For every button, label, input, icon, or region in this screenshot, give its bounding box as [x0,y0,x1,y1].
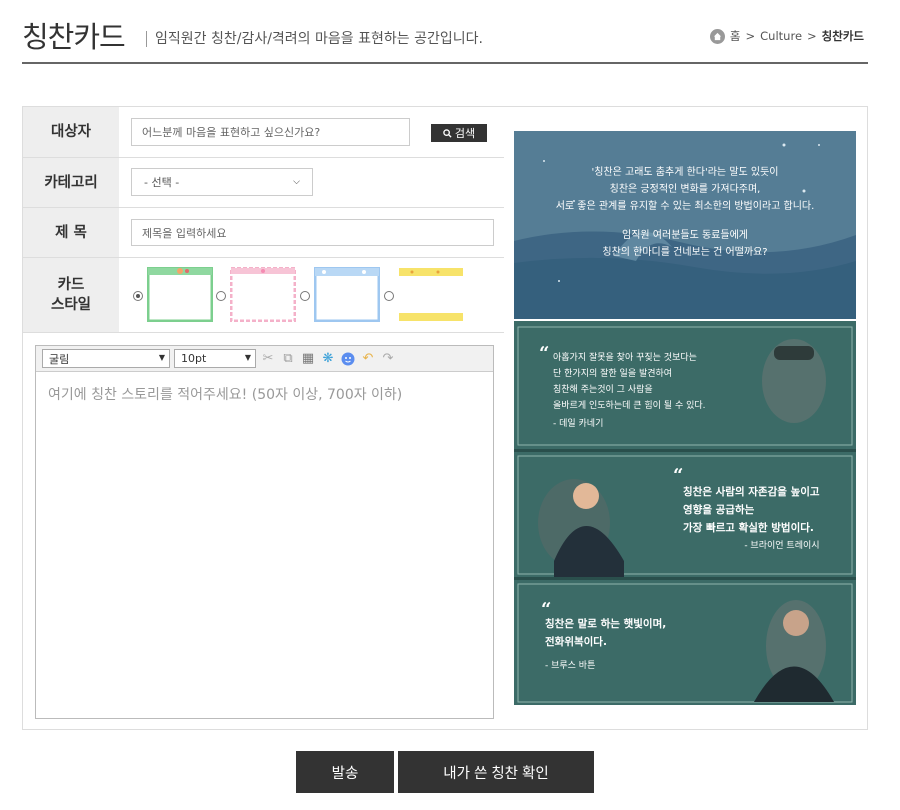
subject-row: 제 목 제목을 입력하세요 [23,208,504,258]
quote-line: 아홉가지 잘못을 찾아 꾸짖는 것보다는 [553,353,697,363]
editor-toolbar: 굴림 ▼ 10pt ▼ ✂ ⧉ ▦ ❋ ↶ ↷ [36,346,493,372]
title-divider [146,31,147,47]
category-label: 카테고리 [23,158,119,207]
dropdown-arrow-icon: ▼ [158,353,165,362]
quote-author: - 데일 카네기 [553,419,604,429]
search-button-label: 검색 [454,127,476,140]
card-style-green-thumbnail[interactable] [147,267,213,322]
card-style-pink-thumbnail[interactable] [230,267,296,322]
promo-intro: '칭찬은 고래도 춤추게 한다'라는 말도 있듯이 칭찬은 긍정적인 변화를 가… [514,164,856,261]
target-row: 대상자 어느분께 마음을 표현하고 싶으신가요? 검색 [23,107,504,158]
editor-placeholder: 여기에 칭찬 스토리를 적어주세요! (50자 이상, 700자 이하) [48,387,403,403]
my-praise-button[interactable]: 내가 쓴 칭찬 확인 [398,751,594,793]
card-style-radio-yellow[interactable] [384,291,394,301]
card-style-radio-blue[interactable] [300,291,310,301]
quote-line: 가장 빠르고 확실한 방법이다. [683,522,814,534]
font-size-select[interactable]: 10pt ▼ [174,349,256,368]
card-style-label: 카드스타일 [23,258,119,332]
quote-carnegie: 아홉가지 잘못을 찾아 꾸짖는 것보다는 단 한가지의 잘한 일을 발견하여 칭… [553,350,706,432]
subject-label: 제 목 [23,208,119,257]
praise-card-panel: 대상자 어느분께 마음을 표현하고 싶으신가요? 검색 카테고리 - 선택 - … [22,106,868,730]
font-family-value: 굴림 [49,352,70,366]
rich-text-editor[interactable]: 굴림 ▼ 10pt ▼ ✂ ⧉ ▦ ❋ ↶ ↷ 여기에 칭찬 스토리를 적어주세요!… [35,345,494,719]
quote-line: 칭찬은 사람의 자존감을 높이고 [683,486,820,498]
quote-line: 단 한가지의 잘한 일을 발견하여 [553,369,673,379]
page-title: 칭찬카드 [22,20,126,54]
promo-intro-line: 서로 좋은 관계를 유지할 수 있는 최소한의 방법이라고 합니다. [555,201,815,212]
promo-intro-line: 임직원 여러분들도 동료들에게 [622,230,748,241]
subject-input[interactable]: 제목을 입력하세요 [131,219,494,246]
category-selected-value: - 선택 - [144,176,180,189]
quote-line: 영향을 공급하는 [683,504,755,516]
paste-icon[interactable]: ▦ [300,351,316,367]
quote-line: 전화위복이다. [545,636,607,648]
praise-form: 대상자 어느분께 마음을 표현하고 싶으신가요? 검색 카테고리 - 선택 - … [23,107,504,333]
target-input[interactable]: 어느분께 마음을 표현하고 싶으신가요? [131,118,410,146]
target-label: 대상자 [23,107,119,157]
quote-open-icon: “ [539,343,550,364]
promo-intro-line: '칭찬은 고래도 춤추게 한다'라는 말도 있듯이 [591,167,779,178]
dropdown-arrow-icon: ▼ [244,353,251,362]
search-icon [443,128,452,138]
page-subtitle: 임직원간 칭찬/감사/격려의 마음을 표현하는 공간입니다. [155,31,483,47]
category-select[interactable]: - 선택 - ⌵ [131,168,313,196]
promo-intro-line: 칭찬의 한마디를 건네보는 건 어떨까요? [602,247,768,258]
quote-line: 칭찬해 주는것이 그 사람을 [553,385,653,395]
breadcrumb: 홈 > Culture > 칭찬카드 [709,28,864,44]
quote-line: 올바르게 인도하는데 큰 힘이 될 수 있다. [553,401,706,411]
copy-icon[interactable]: ⧉ [280,351,296,367]
breadcrumb-current: 칭찬카드 [821,29,864,43]
breadcrumb-culture[interactable]: Culture [760,29,802,43]
quote-barton: 칭찬은 말로 하는 햇빛이며, 전화위복이다. - 브루스 바튼 [545,615,666,675]
promo-intro-line: 칭찬은 긍정적인 변화를 가져다주며, [609,184,761,195]
breadcrumb-home[interactable]: 홈 [730,28,741,44]
undo-icon[interactable]: ↶ [360,351,376,367]
home-icon[interactable] [709,28,725,44]
redo-icon[interactable]: ↷ [380,351,396,367]
card-style-label-line2: 스타일 [50,297,92,313]
card-style-radio-green[interactable] [133,291,143,301]
send-button[interactable]: 발송 [296,751,394,793]
card-style-label-line1: 카드 [57,277,85,293]
chevron-down-icon: ⌵ [293,177,300,187]
breadcrumb-separator: > [807,29,817,43]
special-char-icon[interactable]: ❋ [320,351,336,367]
card-style-yellow-thumbnail[interactable] [398,267,464,322]
card-style-blue-thumbnail[interactable] [314,267,380,322]
quote-line: 칭찬은 말로 하는 햇빛이며, [545,618,667,630]
font-size-value: 10pt [181,352,207,365]
quote-open-icon: “ [673,465,684,486]
emoticon-icon[interactable] [340,351,356,367]
quote-author: - 브루스 바튼 [545,661,596,671]
cut-icon[interactable]: ✂ [260,351,276,367]
breadcrumb-separator: > [745,29,756,43]
quote-tracy: 칭찬은 사람의 자존감을 높이고 영향을 공급하는 가장 빠르고 확실한 방법이… [683,483,820,555]
quote-author: - 브라이언 트레이시 [744,541,820,551]
font-family-select[interactable]: 굴림 ▼ [42,349,170,368]
search-button[interactable]: 검색 [431,124,487,142]
card-style-radio-pink[interactable] [216,291,226,301]
page-header: 칭찬카드 임직원간 칭찬/감사/격려의 마음을 표현하는 공간입니다. 홈 > … [22,8,868,64]
